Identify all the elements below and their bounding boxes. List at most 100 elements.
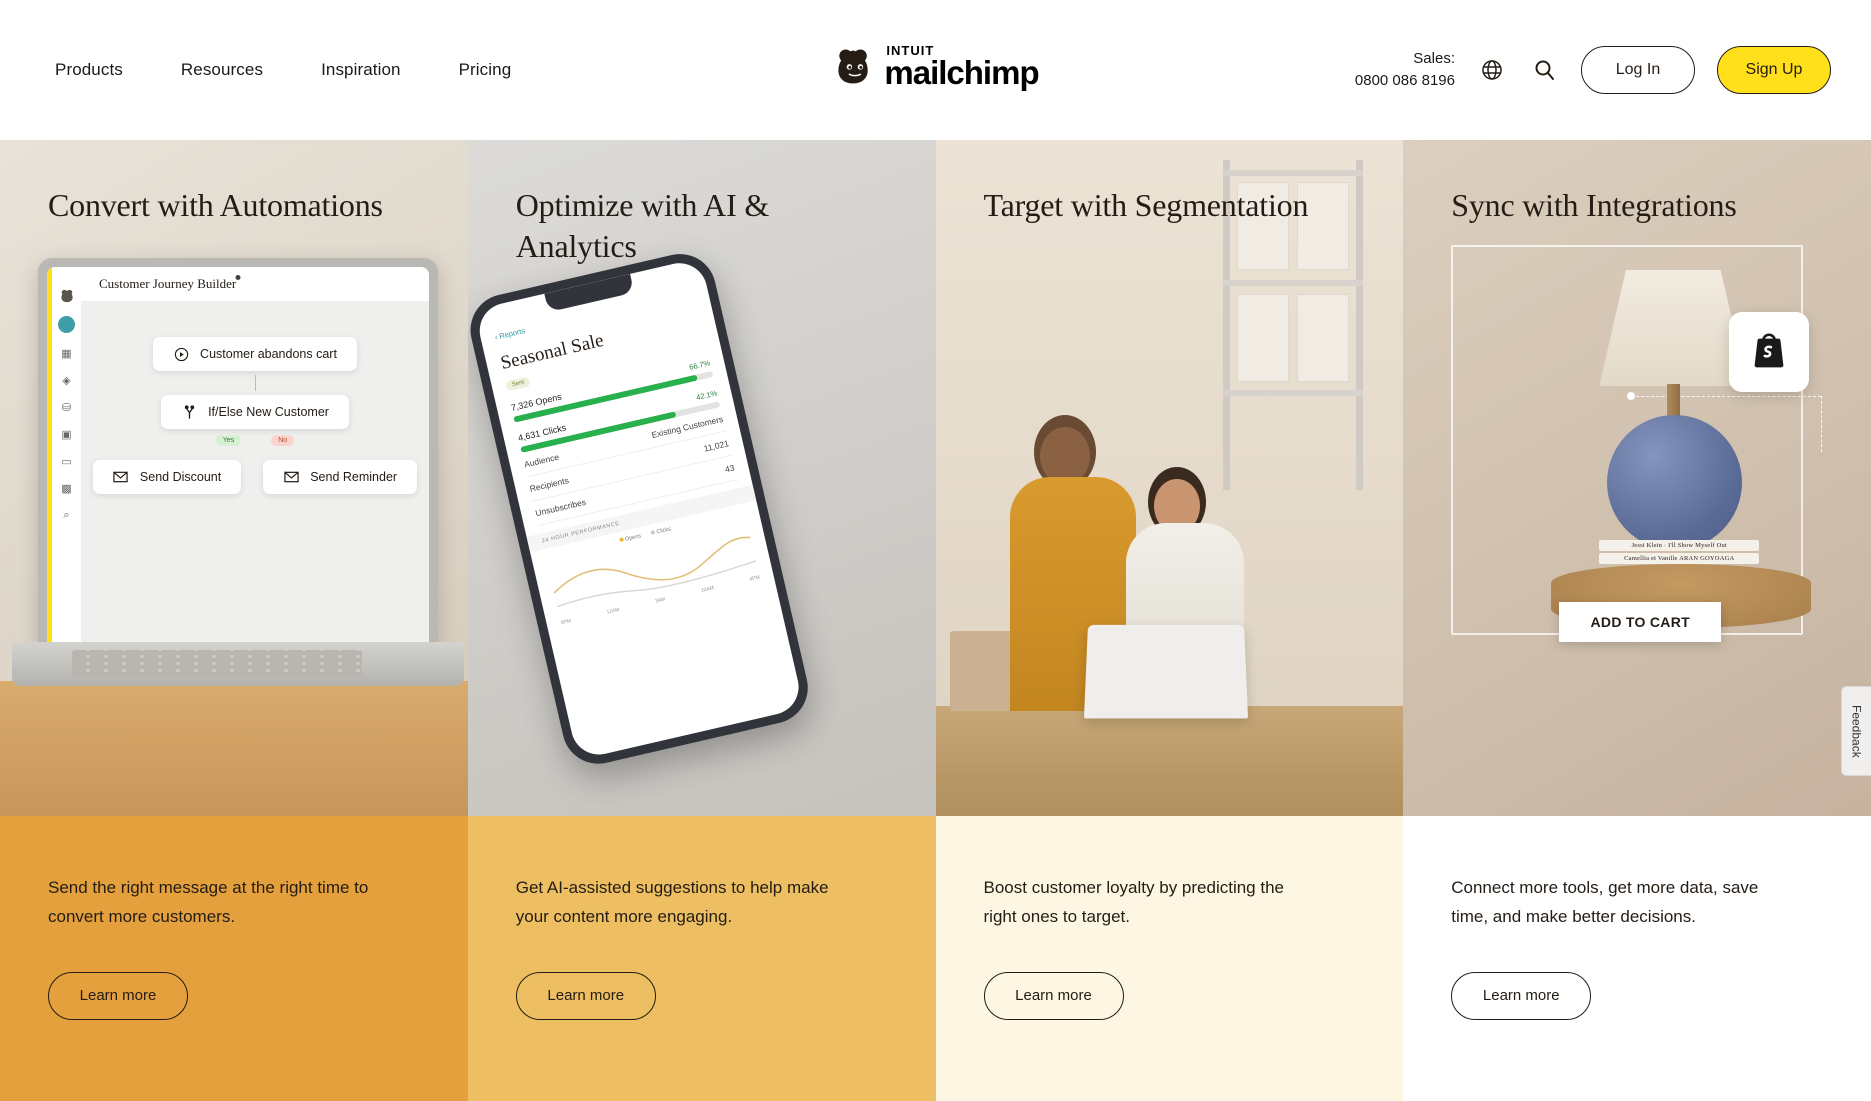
row-label: Audience [522,451,560,470]
card-title: Sync with Integrations [1451,187,1737,223]
card-description: Connect more tools, get more data, save … [1451,878,1759,926]
envelope-icon [283,469,299,485]
branch-actions: Send Discount Send Reminder [92,460,418,494]
journey-node-label: Customer abandons cart [200,347,337,361]
freddie-monkey-icon [832,44,876,88]
card-description: Boost customer loyalty by predicting the… [983,878,1284,926]
app-title: Customer Journey Builder [81,267,429,301]
row-value: 11,021 [702,438,730,454]
campaign-status-badge: Sent [504,376,531,392]
card-image-ai-analytics: Optimize with AI & Analytics 3:14 ‹ Repo… [467,140,936,816]
nav-item-products[interactable]: Products [55,60,123,80]
envelope-icon [113,469,129,485]
feature-card-ai-analytics: Optimize with AI & Analytics 3:14 ‹ Repo… [467,140,936,1101]
metric-value: 66.7% [688,358,711,372]
content-icon[interactable]: ▭ [60,454,74,468]
learn-more-button[interactable]: Learn more [1451,971,1592,1020]
sales-phone-number[interactable]: 0800 086 8196 [1355,70,1455,93]
laptop-mockup: ▦ ◈ ⛁ ▣ ▭ ▩ ⌕ Customer Journey Builder C… [12,258,464,686]
feature-card-integrations: Sync with Integrations Jessi Klein · I'l… [1403,140,1871,1101]
search-icon[interactable]: ⌕ [60,508,74,522]
journey-canvas: Customer abandons cart If/Else New Custo… [81,301,429,648]
journey-node-action-discount[interactable]: Send Discount [92,460,242,494]
app-sidebar: ▦ ◈ ⛁ ▣ ▭ ▩ ⌕ [47,267,81,648]
nav-item-resources[interactable]: Resources [181,60,263,80]
journey-node-action-reminder[interactable]: Send Reminder [263,460,418,494]
connector-dashed-line-vertical [1821,396,1823,452]
book-title: Camellia et Vanille ARAN GOYOAGA [1599,553,1760,564]
branch-icon [181,404,197,420]
sales-contact: Sales: 0800 086 8196 [1355,48,1455,93]
storage-bin [1237,294,1290,382]
feature-card-grid: Convert with Automations ▦ ◈ ⛁ ▣ ▭ ▩ ⌕ C… [0,140,1871,1101]
journey-node-label: If/Else New Customer [208,405,329,419]
webcam-dot [235,275,241,280]
storage-bin [1297,294,1350,382]
branch-no-pill: No [271,435,295,446]
dashboard-icon[interactable]: ▦ [60,346,74,360]
freddie-icon [60,289,74,303]
globe-icon[interactable] [1477,55,1507,85]
signup-button[interactable]: Sign Up [1717,46,1831,94]
automations-icon[interactable]: ⛁ [60,400,74,414]
nav-item-inspiration[interactable]: Inspiration [321,60,401,80]
lamp-scene: Jessi Klein · I'll Show Myself Out Camel… [1403,140,1871,816]
card-description: Get AI-assisted suggestions to help make… [515,878,829,926]
action-label: Send Discount [139,470,222,484]
row-value: 43 [723,462,736,475]
nav-item-pricing[interactable]: Pricing [459,60,512,80]
card-title: Target with Segmentation [983,187,1309,223]
book-title: Jessi Klein · I'll Show Myself Out [1599,540,1760,551]
card-text-integrations: Connect more tools, get more data, save … [1403,816,1871,1101]
journey-node-trigger[interactable]: Customer abandons cart [153,337,357,371]
metric-value: 42.1% [695,388,718,403]
learn-more-button[interactable]: Learn more [48,971,188,1020]
add-to-cart-button[interactable]: ADD TO CART [1559,602,1722,642]
row-label: Unsubscribes [534,496,587,519]
journey-node-condition[interactable]: If/Else New Customer [161,395,349,429]
branch-labels: Yes No [215,435,295,446]
lamp-base-sphere [1607,415,1743,550]
book-stack: Jessi Klein · I'll Show Myself Out Camel… [1599,540,1760,566]
mailchimp-logo[interactable]: INTUIT mailchimp [832,44,1040,92]
card-text-segmentation: Boost customer loyalty by predicting the… [935,816,1404,1101]
connector-line [254,375,256,391]
header-actions: Sales: 0800 086 8196 Log In Sign Up [1355,46,1831,94]
play-circle-icon [173,346,189,362]
laptop-base [12,642,464,686]
wooden-counter [935,706,1404,816]
campaigns-icon[interactable]: ◈ [60,373,74,387]
main-navigation: Products Resources Inspiration Pricing [55,60,511,80]
card-image-automations: Convert with Automations ▦ ◈ ⛁ ▣ ▭ ▩ ⌕ C… [0,140,468,816]
feature-card-automations: Convert with Automations ▦ ◈ ⛁ ▣ ▭ ▩ ⌕ C… [0,140,468,1101]
mailchimp-wordmark: mailchimp [884,54,1039,92]
pencil-icon[interactable] [58,316,75,333]
card-text-automations: Send the right message at the right time… [0,816,468,1101]
card-image-segmentation: Target with Segmentation [935,140,1404,816]
login-button[interactable]: Log In [1581,46,1695,94]
feature-card-segmentation: Target with Segmentation Boost customer … [935,140,1404,1101]
learn-more-button[interactable]: Learn more [515,971,656,1020]
site-header: Products Resources Inspiration Pricing I… [0,0,1871,140]
card-title: Optimize with AI & Analytics [515,187,770,264]
card-text-ai-analytics: Get AI-assisted suggestions to help make… [467,816,936,1101]
feedback-label: Feedback [1849,704,1864,758]
card-description: Send the right message at the right time… [48,878,369,926]
card-image-integrations: Sync with Integrations Jessi Klein · I'l… [1403,140,1871,816]
card-title: Convert with Automations [48,187,383,223]
search-icon[interactable] [1529,55,1559,85]
desk-surface [0,681,468,816]
feedback-tab[interactable]: Feedback [1841,686,1871,776]
learn-more-button[interactable]: Learn more [983,971,1124,1020]
phone-mockup: 3:14 ‹ Reports Seasonal Sale Sent 7,326 … [467,229,891,771]
shopify-icon [1729,312,1809,392]
connector-dashed-line [1631,396,1822,397]
row-label: Recipients [528,475,570,494]
branch-yes-pill: Yes [215,435,242,446]
integrations-icon[interactable]: ▩ [60,481,74,495]
sales-label: Sales: [1413,49,1455,67]
action-label: Send Reminder [310,470,398,484]
laptop-keyboard [72,650,362,676]
workshop-scene [935,140,1404,816]
audience-icon[interactable]: ▣ [60,427,74,441]
